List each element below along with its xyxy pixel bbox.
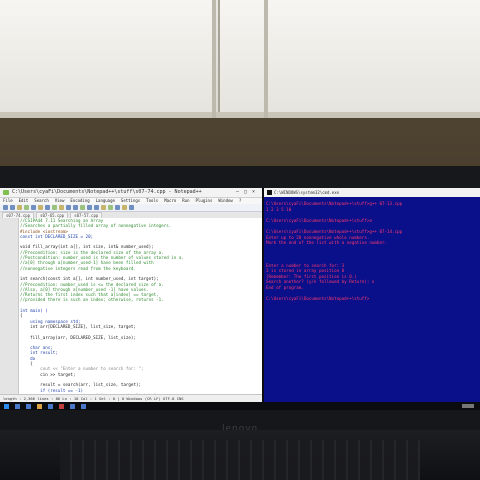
- zoom-out-icon[interactable]: [101, 205, 106, 210]
- console-output[interactable]: C:\Users\cyaFi\Documents\Notepad++\stuff…: [266, 201, 478, 302]
- macro-play-icon[interactable]: [129, 205, 134, 210]
- menu-tools[interactable]: Tools: [146, 198, 158, 203]
- undo-icon[interactable]: [66, 205, 71, 210]
- find-icon[interactable]: [80, 205, 85, 210]
- code-lines: //CS1PA44 7.11 Searching an Array//Searc…: [20, 218, 260, 402]
- editor-toolbar: [0, 204, 262, 212]
- maximize-icon[interactable]: □: [244, 188, 247, 197]
- board-frame-post: [212, 0, 216, 118]
- console-title: C:\WINDOWS\system32\cmd.exe: [274, 190, 340, 195]
- save-all-icon[interactable]: [24, 205, 29, 210]
- notepad-plus-plus-window[interactable]: C:\Users\cyaFi\Documents\Notepad++\stuff…: [0, 188, 262, 402]
- task-view-icon[interactable]: [26, 403, 31, 409]
- windows-taskbar: [0, 402, 480, 410]
- store-icon[interactable]: [59, 403, 64, 409]
- menu-encoding[interactable]: Encoding: [70, 198, 89, 203]
- search-icon[interactable]: [15, 403, 20, 409]
- photo-scene: C:\Users\cyaFi\Documents\Notepad++\stuff…: [0, 0, 480, 480]
- laptop-screen: C:\Users\cyaFi\Documents\Notepad++\stuff…: [0, 188, 480, 410]
- cmd-icon: [267, 190, 272, 195]
- menu-window[interactable]: Window: [218, 198, 232, 203]
- whiteboard-left: [0, 0, 212, 115]
- replace-icon[interactable]: [87, 205, 92, 210]
- menu-search[interactable]: Search: [34, 198, 48, 203]
- menu-settings[interactable]: Settings: [121, 198, 140, 203]
- menu-view[interactable]: View: [55, 198, 65, 203]
- cut-icon[interactable]: [45, 205, 50, 210]
- console-title-bar[interactable]: C:\WINDOWS\system32\cmd.exe: [264, 188, 480, 197]
- redo-icon[interactable]: [73, 205, 78, 210]
- close-file-icon[interactable]: [31, 205, 36, 210]
- start-icon[interactable]: [4, 403, 9, 409]
- paste-icon[interactable]: [59, 205, 64, 210]
- menu-help[interactable]: ?: [239, 198, 241, 203]
- console-line: C:\Users\cyaFi\Documents\Notepad++\stuff…: [266, 296, 370, 302]
- menu-language[interactable]: Language: [96, 198, 115, 203]
- code-editor[interactable]: //CS1PA44 7.11 Searching an Array//Searc…: [0, 218, 262, 402]
- editor-title: C:\Users\cyaFi\Documents\Notepad++\stuff…: [12, 189, 202, 195]
- print-icon[interactable]: [38, 205, 43, 210]
- system-clock[interactable]: [462, 404, 474, 408]
- cmd-taskbar-icon[interactable]: [81, 403, 86, 409]
- wrap-icon[interactable]: [108, 205, 113, 210]
- board-frame-post: [264, 0, 268, 118]
- new-file-icon[interactable]: [3, 205, 8, 210]
- copy-icon[interactable]: [52, 205, 57, 210]
- file-explorer-icon[interactable]: [37, 403, 42, 409]
- line-number-gutter: [0, 218, 19, 394]
- macro-record-icon[interactable]: [122, 205, 127, 210]
- indent-guide-icon[interactable]: [115, 205, 120, 210]
- keyboard: [60, 440, 420, 480]
- menu-file[interactable]: File: [3, 198, 13, 203]
- zoom-in-icon[interactable]: [94, 205, 99, 210]
- notepad-plus-plus-icon: [3, 190, 9, 195]
- command-prompt-window[interactable]: C:\WINDOWS\system32\cmd.exe C:\Users\cya…: [264, 188, 480, 402]
- whiteboard-right: [218, 0, 480, 115]
- edge-icon[interactable]: [48, 403, 53, 409]
- close-icon[interactable]: ×: [252, 188, 255, 197]
- editor-menu-bar: File Edit Search View Encoding Language Settin…: [0, 198, 262, 204]
- menu-plugins[interactable]: Plugins: [196, 198, 213, 203]
- save-icon[interactable]: [17, 205, 22, 210]
- editor-status-bar: length : 2,366 lines : 86 Ln : 18 Col : …: [0, 394, 262, 402]
- menu-run[interactable]: Run: [182, 198, 189, 203]
- menu-macro[interactable]: Macro: [164, 198, 176, 203]
- minimize-icon[interactable]: –: [236, 188, 239, 197]
- notepad-plus-plus-taskbar-icon[interactable]: [70, 403, 75, 409]
- menu-edit[interactable]: Edit: [19, 198, 29, 203]
- editor-title-bar[interactable]: C:\Users\cyaFi\Documents\Notepad++\stuff…: [0, 188, 262, 198]
- open-file-icon[interactable]: [10, 205, 15, 210]
